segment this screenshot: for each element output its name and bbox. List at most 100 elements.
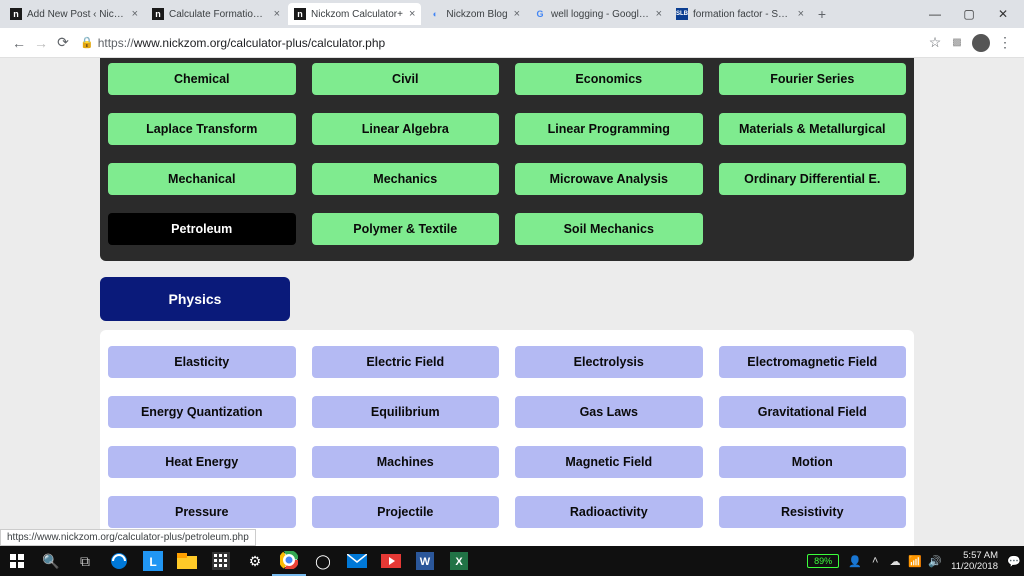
browser-tab-1[interactable]: n Calculate Formation Fa… × bbox=[146, 3, 286, 25]
svg-text:X: X bbox=[455, 556, 463, 568]
window-minimize-button[interactable]: — bbox=[918, 7, 952, 21]
category-economics[interactable]: Economics bbox=[515, 63, 703, 95]
taskbar-clock[interactable]: 5:57 AM 11/20/2018 bbox=[945, 550, 1004, 572]
topic-magnetic-field[interactable]: Magnetic Field bbox=[515, 446, 703, 478]
tab-label: Add New Post ‹ Nickzo… bbox=[27, 9, 126, 20]
topic-motion[interactable]: Motion bbox=[719, 446, 907, 478]
profile-avatar[interactable] bbox=[972, 34, 990, 52]
lock-icon: 🔒 bbox=[80, 36, 94, 49]
tab-label: Calculate Formation Fa… bbox=[169, 9, 268, 20]
category-microwave-analysis[interactable]: Microwave Analysis bbox=[515, 163, 703, 195]
windows-taskbar: 🔍 ⧉ L ⚙ ◯ W X 89% 👤 ˄ ☁ 📶 🔊 5:57 AM 11/2… bbox=[0, 546, 1024, 576]
favicon: SLB bbox=[676, 8, 688, 20]
tab-label: Nickzom Blog bbox=[446, 9, 507, 20]
close-icon[interactable]: × bbox=[798, 8, 804, 20]
category-laplace-transform[interactable]: Laplace Transform bbox=[108, 113, 296, 145]
close-icon[interactable]: × bbox=[514, 8, 520, 20]
menu-icon[interactable]: ⋮ bbox=[994, 34, 1016, 51]
topic-resistivity[interactable]: Resistivity bbox=[719, 496, 907, 528]
tab-label: well logging - Google S bbox=[551, 9, 650, 20]
category-ordinary-differential-e-[interactable]: Ordinary Differential E. bbox=[719, 163, 907, 195]
category-mechanical[interactable]: Mechanical bbox=[108, 163, 296, 195]
category-petroleum[interactable]: Petroleum bbox=[108, 213, 296, 245]
star-icon[interactable]: ☆ bbox=[924, 34, 946, 51]
tray-notifications-icon[interactable]: 💬 bbox=[1004, 555, 1024, 568]
taskbar-app-settings[interactable]: ⚙ bbox=[238, 546, 272, 576]
svg-text:W: W bbox=[420, 556, 431, 568]
taskbar-app-calculator[interactable] bbox=[204, 546, 238, 576]
close-icon[interactable]: × bbox=[274, 8, 280, 20]
browser-tab-5[interactable]: SLB formation factor - Schl… × bbox=[670, 3, 810, 25]
topic-equilibrium[interactable]: Equilibrium bbox=[312, 396, 500, 428]
browser-tabstrip: n Add New Post ‹ Nickzo… × n Calculate F… bbox=[0, 0, 1024, 28]
topic-gravitational-field[interactable]: Gravitational Field bbox=[719, 396, 907, 428]
favicon: n bbox=[10, 8, 22, 20]
extension-icon[interactable]: ▩ bbox=[946, 37, 968, 48]
browser-tab-0[interactable]: n Add New Post ‹ Nickzo… × bbox=[4, 3, 144, 25]
browser-tab-3[interactable]: ◐ Nickzom Blog × bbox=[423, 3, 526, 25]
tab-label: formation factor - Schl… bbox=[693, 9, 792, 20]
favicon: ◐ bbox=[429, 8, 441, 20]
status-bar-url: https://www.nickzom.org/calculator-plus/… bbox=[0, 529, 256, 546]
tray-chevron-up-icon[interactable]: ˄ bbox=[865, 555, 885, 567]
physics-panel: Elasticity Electric Field Electrolysis Elec… bbox=[100, 330, 914, 546]
back-button[interactable]: ← bbox=[8, 35, 30, 51]
browser-toolbar: ← → ⟳ 🔒 https://www.nickzom.org/calculat… bbox=[0, 28, 1024, 58]
topic-electromagnetic-field[interactable]: Electromagnetic Field bbox=[719, 346, 907, 378]
page-viewport: Chemical Civil Economics Fourier Series Lapl… bbox=[0, 58, 1024, 546]
taskbar-app-mail[interactable] bbox=[340, 546, 374, 576]
browser-tab-2[interactable]: n Nickzom Calculator+ × bbox=[288, 3, 421, 25]
tray-people-icon[interactable]: 👤 bbox=[845, 555, 865, 568]
category-polymer-textile[interactable]: Polymer & Textile bbox=[312, 213, 500, 245]
favicon: n bbox=[294, 8, 306, 20]
close-icon[interactable]: × bbox=[656, 8, 662, 20]
topic-machines[interactable]: Machines bbox=[312, 446, 500, 478]
svg-text:L: L bbox=[149, 555, 156, 569]
taskbar-app-cortana[interactable]: ◯ bbox=[306, 546, 340, 576]
taskbar-app-explorer[interactable] bbox=[170, 546, 204, 576]
category-chemical[interactable]: Chemical bbox=[108, 63, 296, 95]
topic-radioactivity[interactable]: Radioactivity bbox=[515, 496, 703, 528]
browser-tab-4[interactable]: G well logging - Google S × bbox=[528, 3, 668, 25]
search-icon[interactable]: 🔍 bbox=[34, 546, 68, 576]
window-maximize-button[interactable]: ▢ bbox=[952, 7, 986, 21]
category-linear-algebra[interactable]: Linear Algebra bbox=[312, 113, 500, 145]
category-mechanics[interactable]: Mechanics bbox=[312, 163, 500, 195]
category-materials-metallurgical[interactable]: Materials & Metallurgical bbox=[719, 113, 907, 145]
tray-onedrive-icon[interactable]: ☁ bbox=[885, 555, 905, 568]
category-fourier-series[interactable]: Fourier Series bbox=[719, 63, 907, 95]
tray-wifi-icon[interactable]: 📶 bbox=[905, 555, 925, 568]
taskbar-app-word[interactable]: W bbox=[408, 546, 442, 576]
taskbar-app-video[interactable] bbox=[374, 546, 408, 576]
section-header-physics[interactable]: Physics bbox=[100, 277, 290, 321]
window-close-button[interactable]: ✕ bbox=[986, 7, 1020, 21]
category-soil-mechanics[interactable]: Soil Mechanics bbox=[515, 213, 703, 245]
task-view-icon[interactable]: ⧉ bbox=[68, 546, 102, 576]
taskbar-app-edge[interactable] bbox=[102, 546, 136, 576]
category-linear-programming[interactable]: Linear Programming bbox=[515, 113, 703, 145]
close-icon[interactable]: × bbox=[132, 8, 138, 20]
favicon: G bbox=[534, 8, 546, 20]
address-bar[interactable]: https://www.nickzom.org/calculator-plus/… bbox=[98, 36, 924, 50]
taskbar-app-l[interactable]: L bbox=[136, 546, 170, 576]
tab-label: Nickzom Calculator+ bbox=[311, 9, 403, 20]
reload-button[interactable]: ⟳ bbox=[52, 34, 74, 51]
new-tab-button[interactable]: + bbox=[812, 6, 832, 22]
forward-button[interactable]: → bbox=[30, 35, 52, 51]
battery-indicator[interactable]: 89% bbox=[807, 554, 839, 568]
topic-pressure[interactable]: Pressure bbox=[108, 496, 296, 528]
category-civil[interactable]: Civil bbox=[312, 63, 500, 95]
topic-electrolysis[interactable]: Electrolysis bbox=[515, 346, 703, 378]
topic-heat-energy[interactable]: Heat Energy bbox=[108, 446, 296, 478]
topic-projectile[interactable]: Projectile bbox=[312, 496, 500, 528]
tray-volume-icon[interactable]: 🔊 bbox=[925, 555, 945, 568]
taskbar-app-excel[interactable]: X bbox=[442, 546, 476, 576]
topic-gas-laws[interactable]: Gas Laws bbox=[515, 396, 703, 428]
start-button[interactable] bbox=[0, 546, 34, 576]
favicon: n bbox=[152, 8, 164, 20]
taskbar-app-chrome[interactable] bbox=[272, 546, 306, 576]
topic-energy-quantization[interactable]: Energy Quantization bbox=[108, 396, 296, 428]
topic-elasticity[interactable]: Elasticity bbox=[108, 346, 296, 378]
close-icon[interactable]: × bbox=[409, 8, 415, 20]
topic-electric-field[interactable]: Electric Field bbox=[312, 346, 500, 378]
